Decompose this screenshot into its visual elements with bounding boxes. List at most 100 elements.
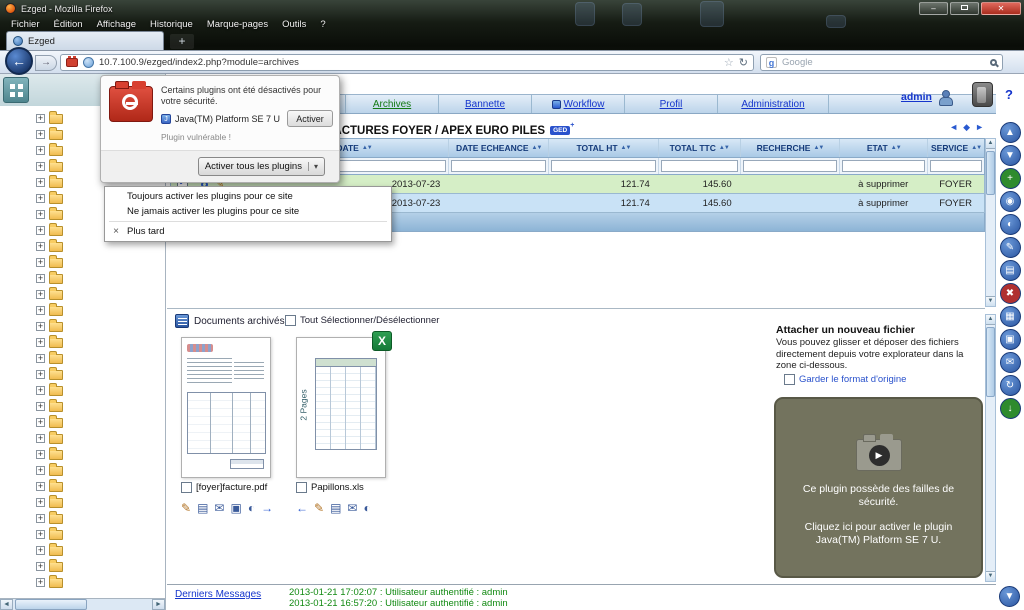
column-header-recherche[interactable]: RECHERCHE▲▼ — [740, 139, 840, 157]
nav-cell-archives[interactable]: Archives — [345, 95, 438, 113]
rail-email-icon[interactable]: ✉ — [1000, 352, 1021, 373]
doc-action-next-page-icon[interactable]: → — [261, 502, 273, 515]
address-bar[interactable]: 10.7.100.9/ezged/index2.php?module=archi… — [60, 54, 754, 71]
forward-button[interactable]: → — [35, 55, 57, 71]
sidebar-horizontal-scrollbar[interactable]: ◄ ► — [0, 598, 165, 610]
sort-icons[interactable]: ▲▼ — [621, 145, 631, 151]
nav-link-archives[interactable]: Archives — [373, 99, 411, 110]
tree-row[interactable]: + — [0, 430, 165, 446]
tree-row[interactable]: + — [0, 526, 165, 542]
menu-fichier[interactable]: Fichier — [4, 19, 47, 30]
rail-view-icon[interactable]: ◐ — [1000, 214, 1021, 235]
nav-link-profil[interactable]: Profil — [660, 99, 683, 110]
doc-action-info-icon[interactable]: ◐ — [363, 502, 370, 515]
sort-icons[interactable]: ▲▼ — [362, 145, 372, 151]
expand-icon[interactable]: + — [36, 274, 45, 283]
window-titlebar[interactable]: Ezged - Mozilla Firefox – ✕ — [0, 0, 1024, 17]
expand-icon[interactable]: + — [36, 194, 45, 203]
doc-action-sign-icon[interactable]: ✎ — [314, 502, 324, 515]
derniers-messages-link[interactable]: Derniers Messages — [175, 589, 261, 600]
search-bar[interactable]: g Google — [760, 54, 1003, 71]
doc-action-note-icon[interactable]: ▤ — [197, 502, 208, 515]
tree-row[interactable]: + — [0, 318, 165, 334]
nav-link-workflow[interactable]: Workflow — [564, 99, 605, 110]
rail-scroll-down-icon[interactable]: ▼ — [1000, 145, 1021, 166]
expand-icon[interactable]: + — [36, 434, 45, 443]
scroll-down-icon[interactable]: ▼ — [986, 571, 995, 581]
scroll-left-icon[interactable]: ◄ — [0, 599, 13, 610]
nav-cell-profil[interactable]: Profil — [624, 95, 717, 113]
expand-icon[interactable]: + — [36, 450, 45, 459]
plugin-menu-item-1[interactable]: Toujours activer les plugins pour ce sit… — [105, 189, 391, 204]
expand-icon[interactable]: + — [36, 418, 45, 427]
tree-row[interactable]: + — [0, 510, 165, 526]
minimize-button[interactable]: – — [919, 2, 948, 15]
tree-row[interactable]: + — [0, 558, 165, 574]
nav-link-bannette[interactable]: Bannette — [465, 99, 505, 110]
expand-icon[interactable]: + — [36, 290, 45, 299]
document-thumbnail-pdf[interactable] — [181, 337, 271, 478]
maximize-button[interactable] — [950, 2, 979, 15]
sort-icons[interactable]: ▲▼ — [719, 145, 729, 151]
search-icon[interactable] — [990, 59, 997, 66]
column-header-total-ht[interactable]: TOTAL HT▲▼ — [548, 139, 658, 157]
tree-row[interactable]: + — [0, 462, 165, 478]
next-record-icon[interactable]: ► — [975, 122, 984, 133]
help-link[interactable]: ? — [1005, 87, 1013, 102]
doc-action-email-icon[interactable]: ✉ — [214, 502, 224, 515]
scrollbar-thumb[interactable] — [986, 151, 995, 195]
expand-icon[interactable]: + — [36, 402, 45, 411]
nav-cell-workflow[interactable]: Workflow — [531, 95, 624, 113]
rail-delete-icon[interactable]: ✖ — [1000, 283, 1021, 304]
column-header-etat[interactable]: ETAT▲▼ — [839, 139, 927, 157]
file-dropzone[interactable]: ▶ Ce plugin possède des failles de sécur… — [774, 397, 983, 578]
expand-icon[interactable]: + — [36, 210, 45, 219]
expand-icon[interactable]: + — [36, 130, 45, 139]
rail-copy-icon[interactable]: ▤ — [1000, 260, 1021, 281]
site-identity-icon[interactable] — [83, 57, 94, 68]
nav-link-administration[interactable]: Administration — [741, 99, 804, 110]
filter-input-total-ttc[interactable] — [661, 160, 738, 172]
tree-row[interactable]: + — [0, 302, 165, 318]
tree-row[interactable]: + — [0, 478, 165, 494]
document-thumbnail-xls[interactable]: X 2 Pages — [296, 337, 386, 478]
keep-format-checkbox[interactable] — [784, 374, 795, 385]
scroll-down-icon[interactable]: ▼ — [986, 296, 995, 306]
doc-action-info-icon[interactable]: ◐ — [248, 502, 255, 515]
expand-icon[interactable]: + — [36, 562, 45, 571]
sort-icons[interactable]: ▲▼ — [813, 145, 823, 151]
menu-affichage[interactable]: Affichage — [90, 19, 143, 30]
filter-input-service[interactable] — [930, 160, 982, 172]
expand-icon[interactable]: + — [36, 530, 45, 539]
tree-row[interactable]: + — [0, 334, 165, 350]
tree-row[interactable]: + — [0, 382, 165, 398]
filter-input-recherche[interactable] — [743, 160, 838, 172]
expand-icon[interactable]: + — [36, 466, 45, 475]
tree-row[interactable]: + — [0, 254, 165, 270]
column-header-total-ttc[interactable]: TOTAL TTC▲▼ — [658, 139, 740, 157]
filter-input-total-ht[interactable] — [551, 160, 656, 172]
menu-historique[interactable]: Historique — [143, 19, 200, 30]
rail-search-icon[interactable]: ◉ — [1000, 191, 1021, 212]
activate-all-plugins-button[interactable]: Activer tous les plugins ▾ — [198, 157, 325, 176]
menu--dition[interactable]: Édition — [47, 19, 90, 30]
rail-print-icon[interactable]: ▣ — [1000, 329, 1021, 350]
new-tab-button[interactable]: + — [170, 34, 194, 49]
tree-row[interactable]: + — [0, 494, 165, 510]
rail-edit-icon[interactable]: ✎ — [1000, 237, 1021, 258]
documents-scrollbar[interactable]: ▲ ▼ — [985, 314, 996, 582]
doc-action-email-icon[interactable]: ✉ — [347, 502, 357, 515]
tree-row[interactable]: + — [0, 366, 165, 382]
user-link[interactable]: admin — [901, 91, 932, 103]
bookmark-star-icon[interactable]: ☆ — [724, 56, 734, 69]
expand-icon[interactable]: + — [36, 162, 45, 171]
tree-row[interactable]: + — [0, 574, 165, 590]
tree-row[interactable]: + — [0, 414, 165, 430]
rail-save-icon[interactable]: ▦ — [1000, 306, 1021, 327]
rail-add-document-icon[interactable]: + — [1000, 168, 1021, 189]
expand-icon[interactable]: + — [36, 258, 45, 267]
rail-scroll-up-icon[interactable]: ▲ — [1000, 122, 1021, 143]
expand-icon[interactable]: + — [36, 242, 45, 251]
logout-icon[interactable] — [972, 82, 993, 107]
doc-action-note-icon[interactable]: ▤ — [330, 502, 341, 515]
